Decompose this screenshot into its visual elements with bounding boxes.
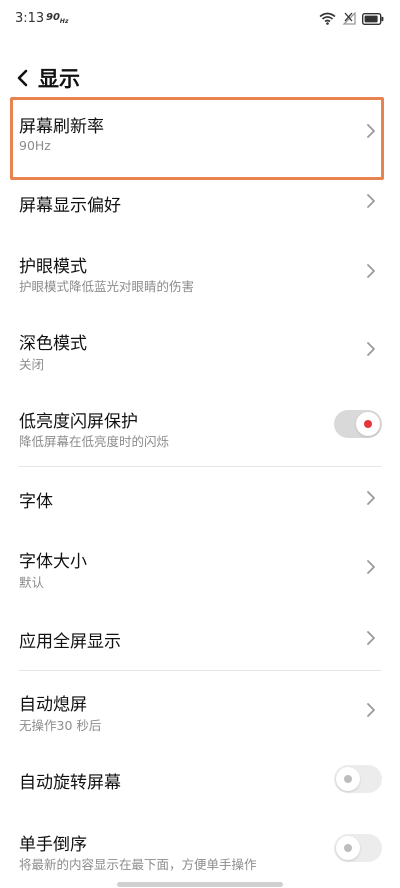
setting-subtitle: 关闭 — [19, 357, 45, 372]
refresh-rate-badge: 90Hz — [46, 12, 69, 25]
font-setting[interactable]: 字体 — [0, 476, 400, 520]
header: 显示 — [0, 60, 400, 96]
setting-title: 应用全屏显示 — [19, 632, 121, 652]
chevron-right-icon — [367, 342, 375, 356]
battery-icon — [362, 12, 384, 25]
toggle-off-dot — [344, 775, 352, 783]
setting-title: 单手倒序 — [19, 835, 87, 855]
toggle-knob — [356, 412, 380, 436]
setting-subtitle: 护眼模式降低蓝光对眼睛的伤害 — [19, 279, 195, 294]
chevron-right-icon — [367, 631, 375, 645]
eye-protection-setting[interactable]: 护眼模式 护眼模式降低蓝光对眼睛的伤害 — [0, 240, 400, 300]
toggle-on-dot — [364, 420, 372, 428]
status-icons — [319, 12, 384, 25]
chevron-right-icon — [367, 491, 375, 505]
section-divider — [19, 670, 381, 671]
dark-mode-setting[interactable]: 深色模式 关闭 — [0, 318, 400, 378]
section-divider — [19, 466, 381, 467]
toggle-knob — [336, 767, 360, 791]
chevron-right-icon — [367, 194, 375, 208]
setting-subtitle: 默认 — [19, 575, 45, 590]
setting-subtitle: 将最新的内容显示在最下面，方便单手操作 — [19, 857, 257, 872]
status-bar: 3:13 90Hz — [0, 0, 400, 40]
page-title: 显示 — [38, 67, 80, 91]
setting-subtitle: 无操作30 秒后 — [19, 718, 102, 733]
toggle-knob — [336, 836, 360, 860]
auto-rotate-toggle[interactable] — [334, 765, 382, 793]
chevron-right-icon — [367, 703, 375, 717]
flicker-protection-setting: 低亮度闪屏保护 降低屏幕在低亮度时的闪烁 — [0, 396, 400, 460]
setting-title: 屏幕刷新率 — [19, 117, 104, 137]
signal-icon — [342, 12, 356, 25]
setting-title: 低亮度闪屏保护 — [19, 412, 138, 432]
font-size-setting[interactable]: 字体大小 默认 — [0, 536, 400, 596]
status-time: 3:13 — [15, 11, 45, 26]
flicker-protection-toggle[interactable] — [334, 410, 382, 438]
one-hand-reverse-toggle[interactable] — [334, 834, 382, 862]
setting-title: 字体大小 — [19, 552, 87, 572]
back-arrow-icon[interactable] — [14, 68, 32, 88]
setting-subtitle: 降低屏幕在低亮度时的闪烁 — [19, 434, 170, 449]
chevron-right-icon — [367, 560, 375, 574]
setting-title: 字体 — [19, 492, 53, 512]
setting-title: 护眼模式 — [19, 257, 87, 277]
refresh-rate-setting[interactable]: 屏幕刷新率 90Hz — [0, 100, 400, 178]
chevron-right-icon — [367, 124, 375, 138]
wifi-icon — [319, 12, 336, 25]
app-fullscreen-setting[interactable]: 应用全屏显示 — [0, 616, 400, 660]
display-preference-setting[interactable]: 屏幕显示偏好 — [0, 180, 400, 224]
home-indicator[interactable] — [117, 882, 283, 887]
auto-rotate-setting: 自动旋转屏幕 — [0, 758, 400, 802]
one-hand-reverse-setting: 单手倒序 将最新的内容显示在最下面，方便单手操作 — [0, 822, 400, 882]
toggle-off-dot — [344, 844, 352, 852]
setting-title: 自动熄屏 — [19, 695, 87, 715]
setting-subtitle: 90Hz — [19, 138, 51, 153]
setting-title: 屏幕显示偏好 — [19, 196, 121, 216]
chevron-right-icon — [367, 264, 375, 278]
setting-title: 深色模式 — [19, 334, 87, 354]
auto-screen-off-setting[interactable]: 自动熄屏 无操作30 秒后 — [0, 680, 400, 740]
setting-title: 自动旋转屏幕 — [19, 773, 121, 793]
